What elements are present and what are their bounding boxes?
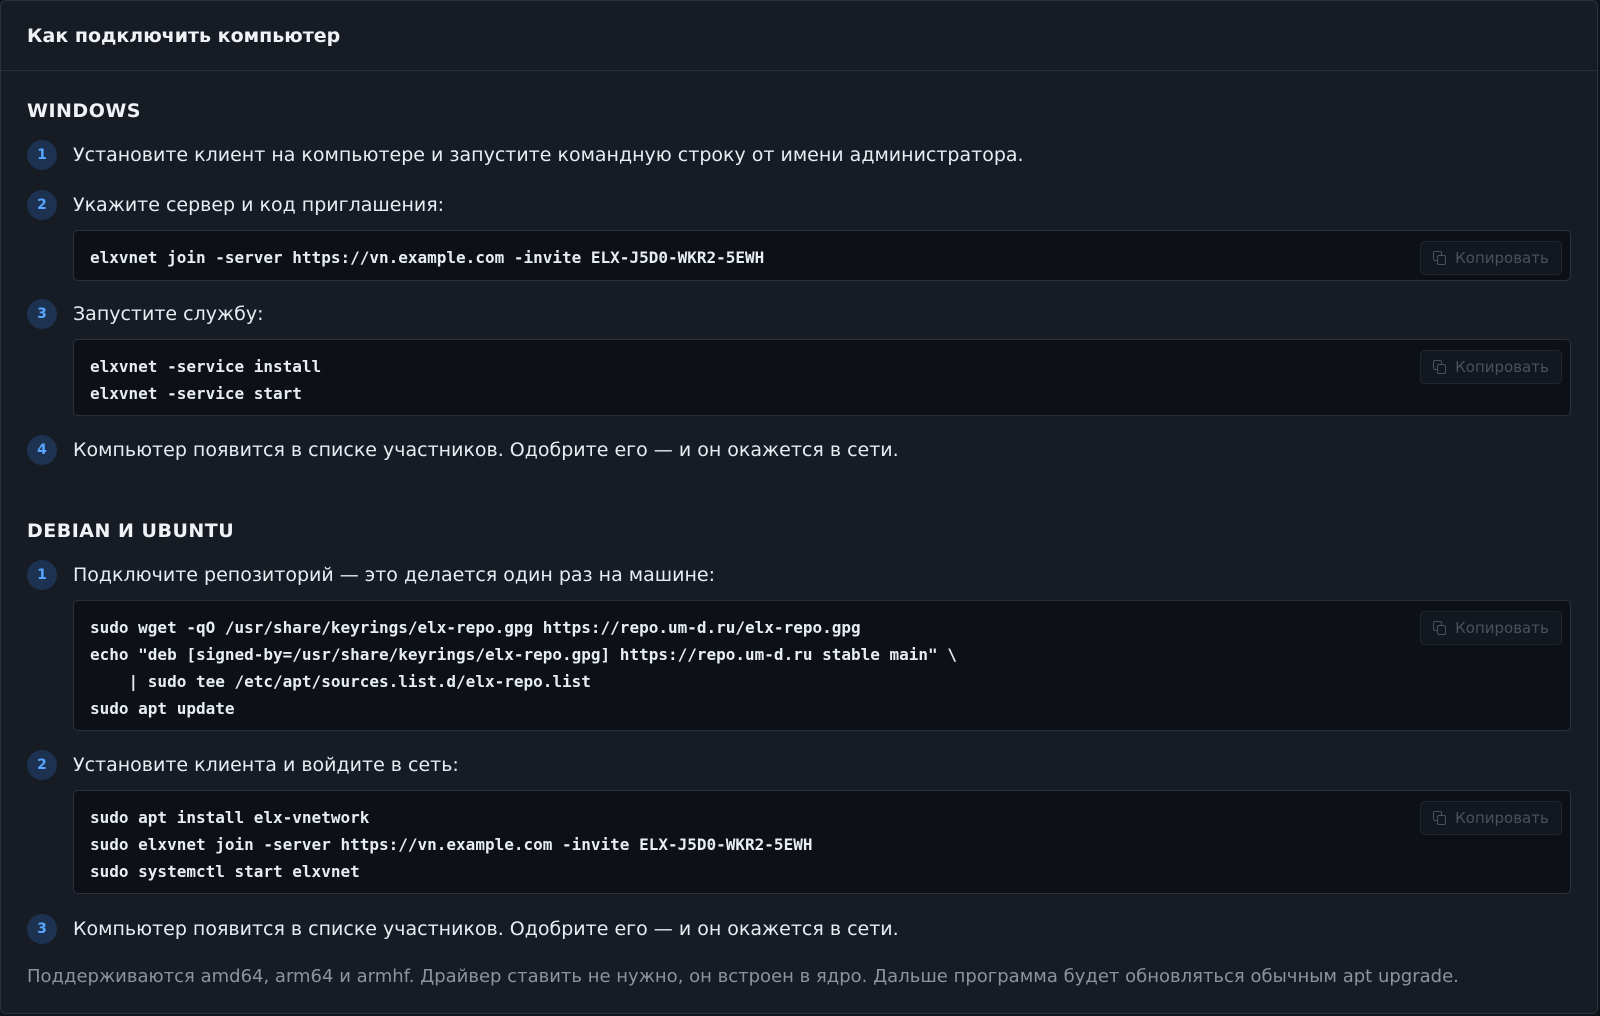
code-line: elxvnet join -server https://vn.example.… <box>90 248 765 267</box>
code-block[interactable]: elxvnet join -server https://vn.example.… <box>73 230 1571 281</box>
windows-section-title: WINDOWS <box>27 100 141 122</box>
debian-section-title: DEBIAN И UBUNTU <box>27 520 235 542</box>
code-line: elxvnet -service install <box>90 357 322 376</box>
code-line: echo "deb [signed-by=/usr/share/keyrings… <box>90 645 957 664</box>
copy-button[interactable]: Копировать <box>1420 350 1562 384</box>
code-line: elxvnet -service start <box>90 384 302 403</box>
step-text: Установите клиента и войдите в сеть: <box>73 754 459 776</box>
step-text: Установите клиент на компьютере и запуст… <box>73 144 1024 166</box>
copy-button[interactable]: Копировать <box>1420 611 1562 645</box>
panel-title: Как подключить компьютер <box>27 24 341 47</box>
copy-icon <box>1433 251 1447 265</box>
step-number-badge: 4 <box>27 435 57 465</box>
copy-icon <box>1433 360 1447 374</box>
step-text: Компьютер появится в списке участников. … <box>73 918 899 940</box>
code-block[interactable]: elxvnet -service install elxvnet -servic… <box>73 339 1571 416</box>
copy-button[interactable]: Копировать <box>1420 801 1562 835</box>
step-text: Подключите репозиторий — это делается од… <box>73 564 716 586</box>
code-line: | sudo tee /etc/apt/sources.list.d/elx-r… <box>90 672 591 691</box>
connect-panel: Как подключить компьютер WINDOWS 1 Устан… <box>0 0 1598 1014</box>
code-line: sudo wget -qO /usr/share/keyrings/elx-re… <box>90 618 861 637</box>
code-line: sudo systemctl start elxvnet <box>90 862 360 881</box>
step-text: Запустите службу: <box>73 303 264 325</box>
footer-note: Поддерживаются amd64, arm64 и armhf. Дра… <box>27 966 1459 987</box>
step-text: Укажите сервер и код приглашения: <box>73 194 445 216</box>
copy-button[interactable]: Копировать <box>1420 241 1562 275</box>
step-number-badge: 2 <box>27 190 57 220</box>
code-line: sudo elxvnet join -server https://vn.exa… <box>90 835 813 854</box>
debian-section: DEBIAN И UBUNTU 1 Подключите репозиторий… <box>27 517 1571 944</box>
code-line: sudo apt install elx-vnetwork <box>90 808 370 827</box>
windows-section: WINDOWS 1 Установите клиент на компьютер… <box>27 97 1571 477</box>
copy-button-label: Копировать <box>1455 809 1549 827</box>
step-number-badge: 3 <box>27 914 57 944</box>
step-number-badge: 1 <box>27 140 57 170</box>
copy-button-label: Копировать <box>1455 619 1549 637</box>
code-line: sudo apt update <box>90 699 235 718</box>
copy-button-label: Копировать <box>1455 249 1549 267</box>
step-number-badge: 1 <box>27 560 57 590</box>
code-block[interactable]: sudo apt install elx-vnetwork sudo elxvn… <box>73 790 1571 894</box>
code-block[interactable]: sudo wget -qO /usr/share/keyrings/elx-re… <box>73 600 1571 731</box>
step-number-badge: 2 <box>27 750 57 780</box>
step-number-badge: 3 <box>27 299 57 329</box>
panel-header: Как подключить компьютер <box>1 1 1597 71</box>
step-text: Компьютер появится в списке участников. … <box>73 439 899 461</box>
copy-icon <box>1433 621 1447 635</box>
copy-button-label: Копировать <box>1455 358 1549 376</box>
copy-icon <box>1433 811 1447 825</box>
